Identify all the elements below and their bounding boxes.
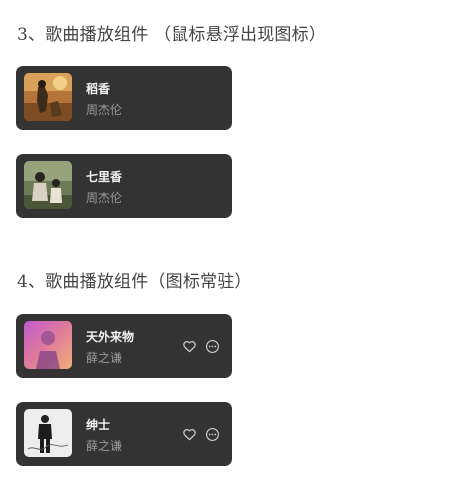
song-title: 天外来物 bbox=[86, 330, 135, 344]
song-card-tianwailaiwu[interactable]: 天外来物 薛之谦 bbox=[16, 314, 232, 378]
section-title-persistent-icons: 4、歌曲播放组件（图标常驻） bbox=[17, 272, 252, 292]
more-icon[interactable] bbox=[205, 339, 220, 354]
song-artist: 周杰伦 bbox=[86, 103, 123, 117]
album-cover bbox=[24, 321, 72, 369]
more-icon[interactable] bbox=[205, 427, 220, 442]
album-cover bbox=[24, 409, 72, 457]
page: 3、歌曲播放组件 （鼠标悬浮出现图标） 稻香 周杰伦 七里香 周杰伦 4、歌曲播… bbox=[0, 0, 452, 498]
heart-icon[interactable] bbox=[182, 339, 197, 354]
song-artist: 薛之谦 bbox=[86, 351, 123, 365]
song-card-shenshi[interactable]: 绅士 薛之谦 bbox=[16, 402, 232, 466]
song-title: 绅士 bbox=[86, 418, 111, 432]
song-artist: 周杰伦 bbox=[86, 191, 123, 205]
album-cover bbox=[24, 73, 72, 121]
album-cover bbox=[24, 161, 72, 209]
song-title: 七里香 bbox=[86, 170, 123, 184]
song-card-qilixiang[interactable]: 七里香 周杰伦 bbox=[16, 154, 232, 218]
song-card-daoxiang[interactable]: 稻香 周杰伦 bbox=[16, 66, 232, 130]
heart-icon[interactable] bbox=[182, 427, 197, 442]
song-title: 稻香 bbox=[86, 82, 111, 96]
song-actions bbox=[182, 339, 220, 354]
song-artist: 薛之谦 bbox=[86, 439, 123, 453]
section-title-hover-icons: 3、歌曲播放组件 （鼠标悬浮出现图标） bbox=[17, 25, 327, 45]
song-actions bbox=[182, 427, 220, 442]
